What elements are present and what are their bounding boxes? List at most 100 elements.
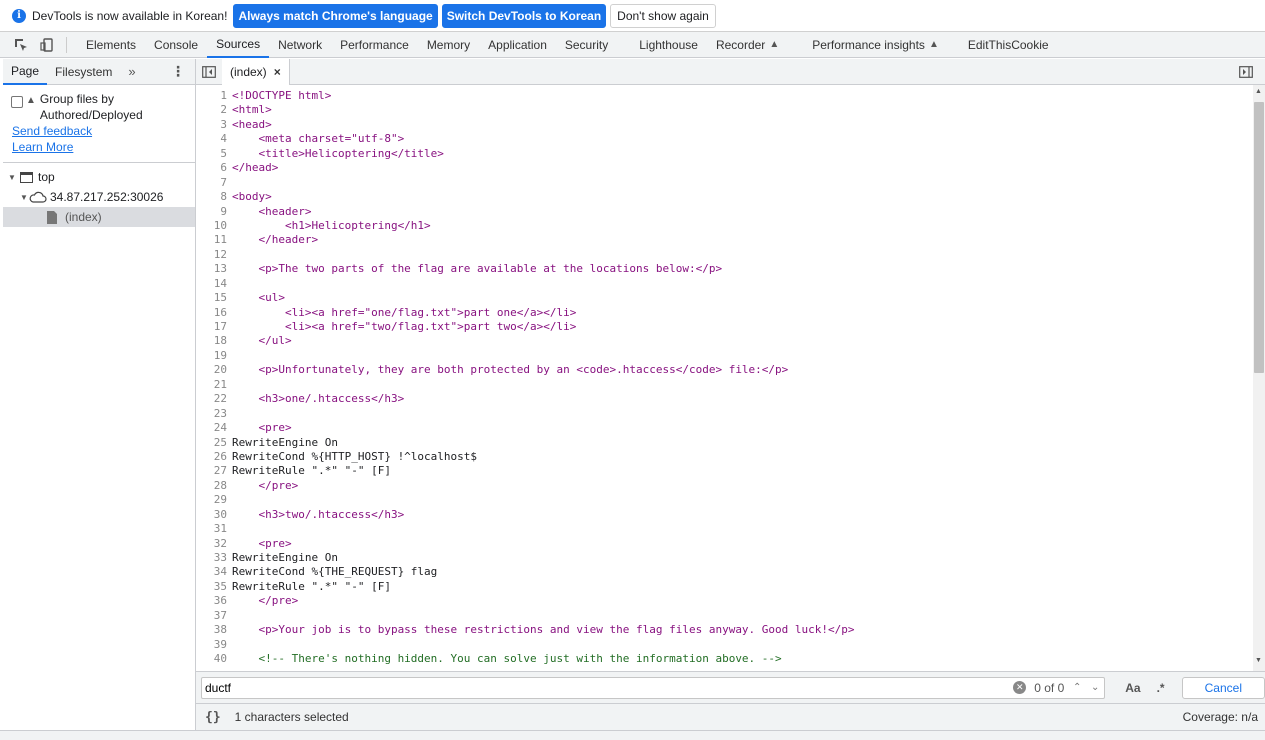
group-files-label: Group files by Authored/Deployed xyxy=(40,91,143,123)
line-number[interactable]: 27 xyxy=(196,464,232,478)
line-number[interactable]: 16 xyxy=(196,306,232,320)
toggle-navigator-icon[interactable] xyxy=(196,59,222,85)
line-number[interactable]: 40 xyxy=(196,652,232,666)
device-toolbar-icon[interactable] xyxy=(34,32,60,58)
line-number[interactable]: 15 xyxy=(196,291,232,305)
line-number[interactable]: 2 xyxy=(196,103,232,117)
line-number[interactable]: 4 xyxy=(196,132,232,146)
line-number[interactable]: 10 xyxy=(196,219,232,233)
line-number[interactable]: 39 xyxy=(196,638,232,652)
line-number[interactable]: 31 xyxy=(196,522,232,536)
tab-network[interactable]: Network xyxy=(269,32,331,58)
pretty-print-icon[interactable]: {} xyxy=(205,710,221,725)
code-line: 1 <!DOCTYPE html> xyxy=(196,89,1253,103)
more-options-icon[interactable]: ⋮ xyxy=(171,63,185,80)
line-number[interactable]: 37 xyxy=(196,609,232,623)
tab-console[interactable]: Console xyxy=(145,32,207,58)
line-number[interactable]: 7 xyxy=(196,176,232,190)
toggle-debugger-icon[interactable] xyxy=(1233,59,1259,85)
navigator-tab-page[interactable]: Page xyxy=(3,59,48,85)
line-number[interactable]: 6 xyxy=(196,161,232,175)
line-number[interactable]: 28 xyxy=(196,479,232,493)
line-number[interactable]: 12 xyxy=(196,248,232,262)
match-case-toggle[interactable]: Aa xyxy=(1125,681,1140,695)
line-number[interactable]: 19 xyxy=(196,349,232,363)
next-match-icon[interactable]: ⌄ xyxy=(1086,682,1104,693)
line-number[interactable]: 32 xyxy=(196,537,232,551)
code-editor[interactable]: 1 <!DOCTYPE html> 2 <html> 3 <head> 4 <meta ch… xyxy=(196,85,1253,671)
line-number[interactable]: 35 xyxy=(196,580,232,594)
tree-item-index[interactable]: (index) xyxy=(3,207,195,227)
line-number[interactable]: 1 xyxy=(196,89,232,103)
navigator-tab-filesystem[interactable]: Filesystem xyxy=(47,59,120,85)
line-number[interactable]: 21 xyxy=(196,378,232,392)
line-number[interactable]: 22 xyxy=(196,392,232,406)
tab-security[interactable]: Security xyxy=(556,32,630,58)
line-number[interactable]: 18 xyxy=(196,334,232,348)
code-text: <head> xyxy=(232,117,272,131)
code-text: <p>Your job is to bypass these restricti… xyxy=(232,623,855,637)
cancel-search-button[interactable]: Cancel xyxy=(1181,676,1265,699)
code-line: 9 <header> xyxy=(196,205,1253,219)
line-number[interactable]: 20 xyxy=(196,363,232,377)
line-number[interactable]: 23 xyxy=(196,407,232,421)
line-number[interactable]: 33 xyxy=(196,551,232,565)
line-number[interactable]: 26 xyxy=(196,450,232,464)
code-line: 36 </pre> xyxy=(196,594,1253,608)
line-number[interactable]: 38 xyxy=(196,623,232,637)
tab-lighthouse[interactable]: Lighthouse xyxy=(630,32,707,58)
code-line: 38 <p>Your job is to bypass these restri… xyxy=(196,623,1253,637)
tab-performance-insights-label: Performance insights xyxy=(812,37,925,52)
regex-toggle[interactable]: .* xyxy=(1157,681,1165,695)
switch-to-korean-button[interactable]: Switch DevTools to Korean xyxy=(441,3,607,28)
line-number[interactable]: 5 xyxy=(196,147,232,161)
editor-scrollbar[interactable]: ▲ ▼ xyxy=(1253,85,1265,671)
close-tab-icon[interactable]: × xyxy=(274,65,281,79)
clear-search-icon[interactable]: ✕ xyxy=(1013,681,1027,694)
expand-triangle-icon[interactable]: ▼ xyxy=(7,173,17,182)
expand-triangle-icon[interactable]: ▼ xyxy=(19,193,29,202)
tab-performance[interactable]: Performance xyxy=(331,32,418,58)
code-line: 11 </header> xyxy=(196,233,1253,247)
line-number[interactable]: 8 xyxy=(196,190,232,204)
line-number[interactable]: 17 xyxy=(196,320,232,334)
line-number[interactable]: 34 xyxy=(196,565,232,579)
more-tabs-chevron-icon[interactable]: » xyxy=(128,64,135,79)
tab-application[interactable]: Application xyxy=(479,32,556,58)
group-files-checkbox[interactable] xyxy=(11,96,23,108)
tab-elements[interactable]: Elements xyxy=(77,32,145,58)
editor-tab-index[interactable]: (index) × xyxy=(222,58,290,85)
match-count: 0 of 0 xyxy=(1034,680,1065,695)
line-number[interactable]: 11 xyxy=(196,233,232,247)
learn-more-link[interactable]: Learn More xyxy=(3,139,195,155)
tab-performance-insights[interactable]: Performance insights ▲ xyxy=(803,32,959,58)
scroll-down-arrow-icon[interactable]: ▼ xyxy=(1255,657,1262,664)
coverage-status[interactable]: Coverage: n/a xyxy=(1183,710,1258,724)
line-number[interactable]: 25 xyxy=(196,436,232,450)
previous-match-icon[interactable]: ⌃ xyxy=(1068,682,1086,693)
search-input[interactable] xyxy=(202,680,1014,695)
line-number[interactable]: 30 xyxy=(196,508,232,522)
code-line: 6 </head> xyxy=(196,161,1253,175)
send-feedback-link[interactable]: Send feedback xyxy=(3,123,195,139)
tree-item-top[interactable]: ▼ top xyxy=(3,167,195,187)
tab-memory[interactable]: Memory xyxy=(418,32,479,58)
inspect-element-icon[interactable] xyxy=(8,32,34,58)
line-number[interactable]: 24 xyxy=(196,421,232,435)
tab-sources[interactable]: Sources xyxy=(207,32,270,58)
line-number[interactable]: 3 xyxy=(196,118,232,132)
line-number[interactable]: 9 xyxy=(196,205,232,219)
scroll-up-arrow-icon[interactable]: ▲ xyxy=(1255,88,1262,95)
code-line: 34 RewriteCond %{THE_REQUEST} flag xyxy=(196,565,1253,579)
line-number[interactable]: 13 xyxy=(196,262,232,276)
code-text: <!-- There's nothing hidden. You can sol… xyxy=(232,652,782,666)
dont-show-again-button[interactable]: Don't show again xyxy=(610,3,716,28)
line-number[interactable]: 14 xyxy=(196,277,232,291)
always-match-language-button[interactable]: Always match Chrome's language xyxy=(233,3,438,28)
scrollbar-thumb[interactable] xyxy=(1254,102,1264,373)
line-number[interactable]: 36 xyxy=(196,594,232,608)
tree-item-host[interactable]: ▼ 34.87.217.252:30026 xyxy=(3,187,195,207)
tab-editthiscookie[interactable]: EditThisCookie xyxy=(959,32,1058,58)
line-number[interactable]: 29 xyxy=(196,493,232,507)
tab-recorder[interactable]: Recorder ▲ xyxy=(707,32,803,58)
